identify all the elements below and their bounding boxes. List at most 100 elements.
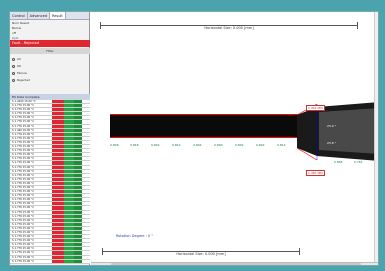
row-label: S 1.776 15.00 °C [10,173,52,177]
empty-cell [82,120,90,124]
reject-cell [52,153,64,157]
reject-cell [52,108,64,112]
empty-cell [82,251,90,255]
ok-cell-dark [74,222,82,226]
diameter-value: 0.761 [354,160,363,164]
cone-bottom-measure: 1.483 MM [306,170,325,176]
reject-cell [52,222,64,226]
wire-image [110,115,300,137]
ok-cell [64,161,74,165]
radio-label: Failure [17,71,27,75]
ok-cell [64,132,74,136]
ok-cell-dark [74,235,82,239]
empty-cell [82,112,90,116]
row-label: S 1.776 15.00 °C [10,132,52,136]
reject-cell [52,116,64,120]
empty-cell [82,136,90,140]
tab-result[interactable]: Result [49,12,66,19]
row-label: S 1.776 15.00 °C [10,108,52,112]
row-label: S 1.460 16.00 °C [10,128,52,132]
radio-failure[interactable]: Failure [12,70,88,77]
reject-cell [52,128,64,132]
reject-cell [52,104,64,108]
diameter-value: 0.805 [334,160,343,164]
ok-cell [64,120,74,124]
ok-cell-dark [74,231,82,235]
left-panel: Control Advanced Result Num Result Below… [10,12,90,265]
reject-cell [52,100,64,104]
empty-cell [82,173,90,177]
ok-cell [64,194,74,198]
ok-cell-dark [74,190,82,194]
vertical-scrollbar[interactable] [374,12,378,262]
tab-control[interactable]: Control [10,12,28,19]
ok-cell-dark [74,140,82,145]
ok-cell [64,173,74,177]
ok-cell [64,222,74,226]
ok-cell-dark [74,116,82,120]
row-label: S 1.776 15.00 °C [10,165,52,169]
ok-cell-dark [74,214,82,218]
bottom-scale: Horizontal Size: 0.000 [mm] [102,248,300,260]
horizontal-scrollbar-thumb[interactable] [111,263,361,265]
empty-cell [82,124,90,128]
table-row[interactable]: S 1.776 15.00 °C [10,259,90,264]
ok-cell [64,169,74,173]
tab-advanced[interactable]: Advanced [28,12,50,19]
filter-radio-group: All OK Failure Rejected [12,56,88,84]
rotation-degree-label: Rotation Degree : 0 ° [116,234,153,238]
empty-cell [82,190,90,194]
reject-cell [52,132,64,136]
ok-cell-dark [74,181,82,185]
empty-cell [82,161,90,165]
top-scale: Horizontal Size: 0.000 [mm] [100,22,358,30]
ok-cell-dark [74,194,82,198]
empty-cell [82,222,90,226]
row-label: S 1.776 15.00 °C [10,202,52,206]
ok-cell-dark [74,251,82,255]
ok-cell [64,198,74,202]
fault-rejected-row[interactable]: Fault - Rejected [10,40,90,47]
empty-cell [82,132,90,136]
ok-cell [64,165,74,169]
empty-cell [82,243,90,247]
radio-ok[interactable]: OK [12,63,88,70]
empty-cell [82,140,90,145]
reject-cell [52,198,64,202]
diameter-value: 0.822 [256,143,265,147]
ok-cell [64,157,74,161]
row-label: S 1.776 15.00 °C [10,149,52,153]
ok-cell [64,112,74,116]
row-label: S 1.776 15.00 °C [10,169,52,173]
ok-cell [64,235,74,239]
ok-cell [64,181,74,185]
empty-cell [82,153,90,157]
diameter-value: 0.826 [110,143,119,147]
ok-cell [64,185,74,190]
ok-cell-dark [74,153,82,157]
radio-circle-icon [12,58,15,61]
diameter-value: 0.812 [277,143,286,147]
reject-cell [52,169,64,173]
radio-all[interactable]: All [12,56,88,63]
empty-cell [82,235,90,239]
ok-cell-dark [74,132,82,136]
reject-cell [52,243,64,247]
radio-circle-icon [12,79,15,82]
ok-cell-dark [74,149,82,153]
diameter-value: 0.842 [235,143,244,147]
reject-cell [52,124,64,128]
row-label: S 1.776 15.00 °C [10,112,52,116]
radio-label: OK [17,64,22,68]
ok-cell-dark [74,124,82,128]
ok-cell [64,226,74,230]
reject-cell [52,210,64,214]
reject-cell [52,255,64,259]
radio-rejected[interactable]: Rejected [12,77,88,84]
empty-cell [82,259,90,263]
empty-cell [82,169,90,173]
angle-top-label: 23.0 ° [327,124,337,128]
ok-cell [64,214,74,218]
diameter-value: 0.840 [214,143,223,147]
reject-cell [52,140,64,145]
